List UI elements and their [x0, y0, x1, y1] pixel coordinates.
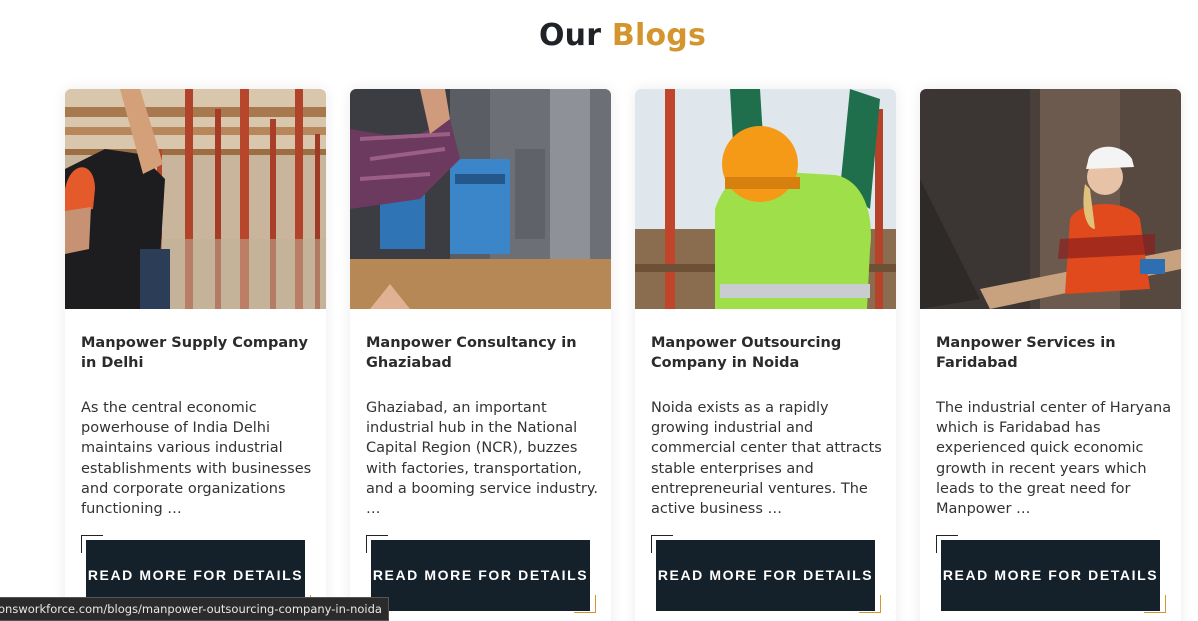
blog-card-title[interactable]: Manpower Outsourcing Company in Noida [651, 333, 883, 373]
blog-card-image[interactable] [350, 89, 611, 309]
blog-card: Manpower Consultancy in Ghaziabad Ghazia… [350, 89, 611, 621]
status-url: onsworkforce.com/blogs/manpower-outsourc… [0, 602, 382, 616]
blog-card: Manpower Outsourcing Company in Noida No… [635, 89, 896, 621]
female-worker-photo [920, 89, 1181, 309]
blog-card-excerpt: As the central economic powerhouse of In… [81, 400, 312, 518]
read-more-button[interactable]: READ MORE FOR DETAILS [371, 540, 590, 611]
read-more-button-wrap: READ MORE FOR DETAILS [651, 535, 881, 613]
blogs-section: Our Blogs Manpower Supply Company in Del… [0, 0, 1198, 621]
blog-card-image[interactable] [920, 89, 1181, 309]
blog-card-excerpt: Noida exists as a rapidly growing indust… [651, 400, 882, 518]
blog-card-title[interactable]: Manpower Services in Faridabad [936, 333, 1168, 373]
blog-card-excerpt: The industrial center of Haryana which i… [936, 400, 1172, 518]
blog-card-title[interactable]: Manpower Consultancy in Ghaziabad [366, 333, 598, 373]
link-status-bar: onsworkforce.com/blogs/manpower-outsourc… [0, 597, 389, 621]
blog-card: Manpower Services in Faridabad The indus… [920, 89, 1181, 621]
read-more-button[interactable]: READ MORE FOR DETAILS [656, 540, 875, 611]
blog-card-image[interactable] [635, 89, 896, 309]
section-title-main: Our [538, 18, 602, 53]
blog-card: Manpower Supply Company in Delhi As the … [65, 89, 326, 621]
safety-vest-worker-photo [635, 89, 896, 309]
section-title-accent: Blogs [611, 18, 706, 53]
machinery-worker-photo [350, 89, 611, 309]
construction-worker-photo [65, 89, 326, 309]
blog-card-excerpt: Ghaziabad, an important industrial hub i… [366, 400, 598, 518]
read-more-button-wrap: READ MORE FOR DETAILS [366, 535, 596, 613]
blog-card-title[interactable]: Manpower Supply Company in Delhi [81, 333, 313, 373]
read-more-button-wrap: READ MORE FOR DETAILS [936, 535, 1166, 613]
read-more-button[interactable]: READ MORE FOR DETAILS [941, 540, 1160, 611]
blog-card-image[interactable] [65, 89, 326, 309]
section-title: Our Blogs [0, 18, 1198, 53]
